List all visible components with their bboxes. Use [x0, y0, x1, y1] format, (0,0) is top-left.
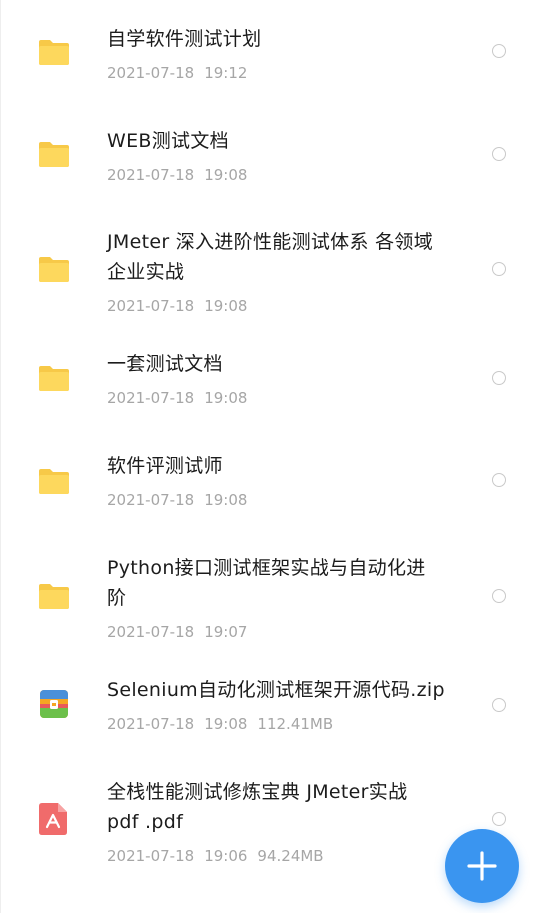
file-date: 2021-07-18 [107, 715, 195, 733]
list-item[interactable]: WEB测试文档 2021-07-18 19:08 [1, 100, 540, 204]
plus-icon [467, 851, 497, 881]
folder-icon [39, 142, 69, 167]
item-text: Selenium自动化测试框架开源代码.zip 2021-07-18 19:08 1… [107, 675, 467, 733]
file-meta: 2021-07-18 19:08 [107, 297, 467, 315]
file-size: 94.24MB [257, 847, 324, 865]
file-time: 19:08 [204, 715, 248, 733]
file-time: 19:08 [204, 297, 248, 315]
file-time: 19:08 [204, 389, 248, 407]
list-item[interactable]: 软件评测试师 2021-07-18 19:08 [1, 440, 540, 540]
add-button[interactable] [445, 829, 519, 903]
file-name: Python接口测试框架实战与自动化进 阶 [107, 557, 426, 609]
file-time: 19:06 [204, 847, 248, 865]
select-radio[interactable] [492, 147, 506, 161]
select-radio[interactable] [492, 262, 506, 276]
zip-archive-icon [40, 690, 68, 718]
folder-icon [39, 469, 69, 494]
folder-icon [39, 257, 69, 282]
list-item[interactable]: 一套测试文档 2021-07-18 19:08 [1, 340, 540, 440]
item-text: WEB测试文档 2021-07-18 19:08 [107, 126, 467, 184]
file-name: 一套测试文档 [107, 353, 223, 375]
list-item[interactable]: Python接口测试框架实战与自动化进 阶 2021-07-18 19:07 [1, 540, 540, 672]
file-date: 2021-07-18 [107, 166, 195, 184]
file-meta: 2021-07-18 19:08 [107, 389, 467, 407]
file-time: 19:07 [204, 623, 248, 641]
item-text: 自学软件测试计划 2021-07-18 19:12 [107, 24, 467, 82]
file-list: 自学软件测试计划 2021-07-18 19:12 WEB测试文档 2021-07… [0, 0, 540, 913]
select-radio[interactable] [492, 473, 506, 487]
select-radio[interactable] [492, 589, 506, 603]
file-date: 2021-07-18 [107, 389, 195, 407]
file-date: 2021-07-18 [107, 297, 195, 315]
item-text: 一套测试文档 2021-07-18 19:08 [107, 349, 467, 407]
file-name: Selenium自动化测试框架开源代码.zip [107, 679, 445, 701]
select-radio[interactable] [492, 812, 506, 826]
item-text: JMeter 深入进阶性能测试体系 各领域 企业实战 2021-07-18 19:… [107, 227, 467, 315]
item-text: 软件评测试师 2021-07-18 19:08 [107, 451, 467, 509]
file-date: 2021-07-18 [107, 623, 195, 641]
file-time: 19:08 [204, 491, 248, 509]
file-time: 19:08 [204, 166, 248, 184]
file-date: 2021-07-18 [107, 491, 195, 509]
file-meta: 2021-07-18 19:07 [107, 623, 467, 641]
file-name: JMeter 深入进阶性能测试体系 各领域 企业实战 [107, 231, 434, 283]
select-radio[interactable] [492, 44, 506, 58]
folder-icon [39, 584, 69, 609]
select-radio[interactable] [492, 698, 506, 712]
file-meta: 2021-07-18 19:08 [107, 166, 467, 184]
file-date: 2021-07-18 [107, 64, 195, 82]
file-name: WEB测试文档 [107, 130, 229, 152]
pdf-file-icon [39, 803, 67, 835]
file-time: 19:12 [204, 64, 248, 82]
file-meta: 2021-07-18 19:06 94.24MB [107, 847, 467, 865]
file-name: 全栈性能测试修炼宝典 JMeter实战 pdf .pdf [107, 781, 408, 833]
file-size: 112.41MB [257, 715, 334, 733]
item-text: 全栈性能测试修炼宝典 JMeter实战 pdf .pdf 2021-07-18 1… [107, 777, 467, 865]
list-item[interactable]: JMeter 深入进阶性能测试体系 各领域 企业实战 2021-07-18 19:… [1, 204, 540, 340]
file-meta: 2021-07-18 19:08 112.41MB [107, 715, 467, 733]
folder-icon [39, 40, 69, 65]
list-item[interactable]: Selenium自动化测试框架开源代码.zip 2021-07-18 19:08 1… [1, 672, 540, 772]
file-name: 自学软件测试计划 [107, 28, 262, 50]
list-item[interactable]: 自学软件测试计划 2021-07-18 19:12 [1, 0, 540, 100]
select-radio[interactable] [492, 371, 506, 385]
folder-icon [39, 366, 69, 391]
file-date: 2021-07-18 [107, 847, 195, 865]
file-name: 软件评测试师 [107, 455, 223, 477]
file-meta: 2021-07-18 19:08 [107, 491, 467, 509]
item-text: Python接口测试框架实战与自动化进 阶 2021-07-18 19:07 [107, 553, 467, 641]
file-meta: 2021-07-18 19:12 [107, 64, 467, 82]
